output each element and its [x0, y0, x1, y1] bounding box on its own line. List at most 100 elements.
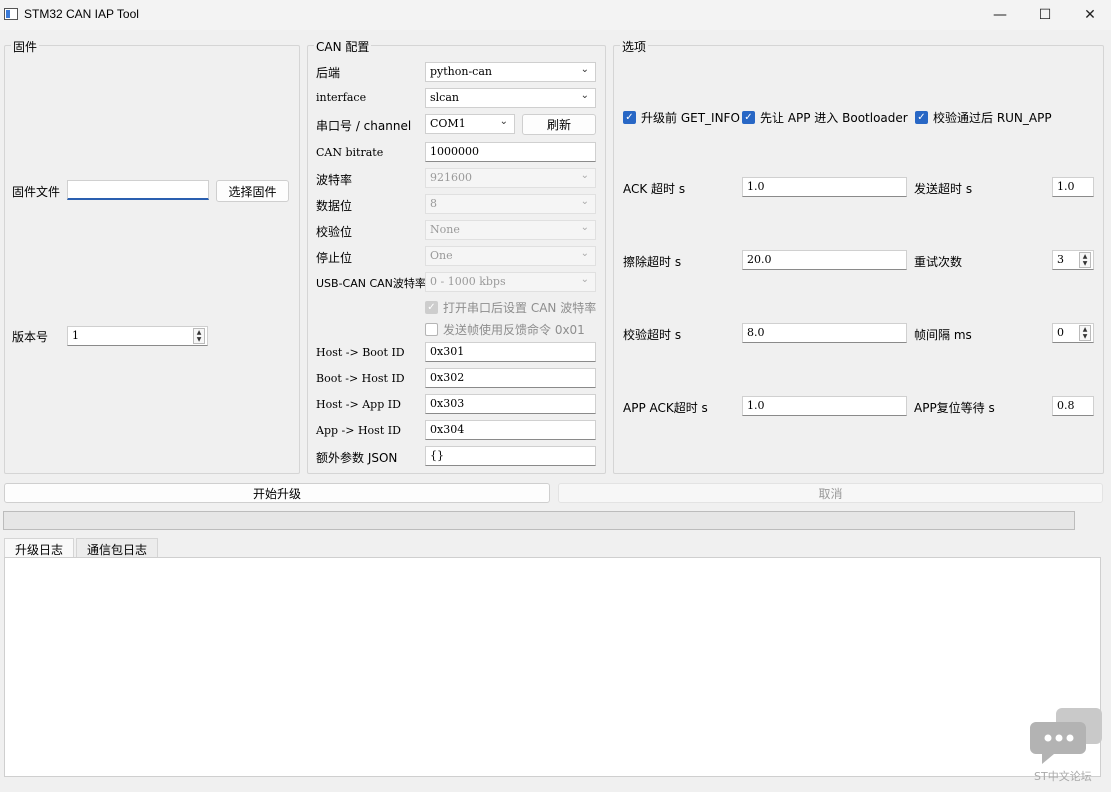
backend-value: python-can	[430, 65, 492, 78]
version-spinbox[interactable]: 1 ▲ ▼	[67, 326, 208, 346]
start-upgrade-button[interactable]: 开始升级	[4, 483, 550, 503]
app-reset-wait-input[interactable]: 0.8	[1052, 396, 1094, 416]
firmware-file-label: 固件文件	[12, 185, 61, 199]
retry-count-value: 3	[1057, 253, 1064, 266]
minimize-button[interactable]: —	[977, 0, 1023, 30]
erase-timeout-input[interactable]: 20.0	[742, 250, 907, 270]
version-value: 1	[72, 329, 79, 342]
bitrate-input[interactable]: 1000000	[425, 142, 596, 162]
parity-select[interactable]: None ⌄	[425, 220, 596, 240]
databits-value: 8	[430, 197, 437, 210]
chat-bubble-icon	[1030, 708, 1102, 764]
cancel-button[interactable]: 取消	[558, 483, 1103, 503]
spin-arrows-icon[interactable]: ▲ ▼	[193, 328, 205, 344]
boot-host-label: Boot -> Host ID	[316, 372, 405, 385]
frame-gap-value: 0	[1057, 326, 1064, 339]
baud-value: 921600	[430, 171, 472, 184]
upgrade-progress-bar	[3, 511, 1075, 530]
enter-bootloader-checkbox[interactable]: ✓ 先让 APP 进入 Bootloader	[742, 109, 908, 126]
refresh-button[interactable]: 刷新	[522, 114, 596, 135]
baud-select[interactable]: 921600 ⌄	[425, 168, 596, 188]
chevron-down-icon: ⌄	[580, 170, 589, 181]
chevron-down-icon: ⌄	[580, 222, 589, 233]
ack-timeout-label: ACK 超时 s	[623, 182, 686, 196]
run-app-label: 校验通过后 RUN_APP	[933, 111, 1052, 125]
chevron-down-icon: ⌄	[499, 116, 508, 127]
stopbits-select[interactable]: One ⌄	[425, 246, 596, 266]
verify-timeout-label: 校验超时 s	[623, 328, 682, 342]
retry-count-label: 重试次数	[914, 255, 963, 269]
interface-value: slcan	[430, 91, 459, 104]
spin-arrows-icon[interactable]: ▲ ▼	[1079, 325, 1091, 341]
host-app-input[interactable]: 0x303	[425, 394, 596, 414]
chevron-down-icon: ⌄	[580, 248, 589, 259]
log-text-area[interactable]	[4, 557, 1101, 777]
checkmark-icon: ✓	[915, 111, 928, 124]
host-boot-label: Host -> Boot ID	[316, 346, 405, 359]
app-host-label: App -> Host ID	[316, 424, 401, 437]
options-group-title: 选项	[620, 38, 649, 55]
erase-timeout-label: 擦除超时 s	[623, 255, 682, 269]
chevron-down-icon: ⌄	[580, 274, 589, 285]
get-info-label: 升级前 GET_INFO	[641, 111, 740, 125]
app-ack-timeout-input[interactable]: 1.0	[742, 396, 907, 416]
close-button[interactable]: ✕	[1067, 0, 1111, 30]
port-value: COM1	[430, 117, 466, 130]
app-reset-wait-label: APP复位等待 s	[914, 401, 995, 415]
set-can-baud-label: 打开串口后设置 CAN 波特率	[443, 301, 597, 315]
extra-json-label: 额外参数 JSON	[316, 451, 398, 465]
checkmark-icon: ✓	[425, 301, 438, 314]
parity-label: 校验位	[316, 225, 353, 239]
retry-count-spinbox[interactable]: 3 ▲ ▼	[1052, 250, 1094, 270]
version-label: 版本号	[12, 330, 49, 344]
checkbox-empty-icon	[425, 323, 438, 336]
backend-label: 后端	[316, 66, 341, 80]
interface-select[interactable]: slcan ⌄	[425, 88, 596, 108]
forum-watermark: ST中文论坛	[1030, 706, 1106, 786]
baud-label: 波特率	[316, 173, 353, 187]
port-select[interactable]: COM1 ⌄	[425, 114, 515, 134]
firmware-group-title: 固件	[11, 38, 40, 55]
run-app-checkbox[interactable]: ✓ 校验通过后 RUN_APP	[915, 109, 1052, 126]
backend-select[interactable]: python-can ⌄	[425, 62, 596, 82]
host-boot-input[interactable]: 0x301	[425, 342, 596, 362]
databits-select[interactable]: 8 ⌄	[425, 194, 596, 214]
firmware-file-input[interactable]	[67, 180, 209, 200]
verify-timeout-input[interactable]: 8.0	[742, 323, 907, 343]
send-timeout-input[interactable]: 1.0	[1052, 177, 1094, 197]
stopbits-label: 停止位	[316, 251, 353, 265]
extra-json-input[interactable]: {}	[425, 446, 596, 466]
tab-upgrade-log[interactable]: 升级日志	[4, 538, 75, 558]
boot-host-input[interactable]: 0x302	[425, 368, 596, 388]
bitrate-label: CAN bitrate	[316, 146, 384, 159]
host-app-label: Host -> App ID	[316, 398, 401, 411]
enter-bootloader-label: 先让 APP 进入 Bootloader	[760, 111, 908, 125]
app-host-input[interactable]: 0x304	[425, 420, 596, 440]
maximize-button[interactable]: ☐	[1022, 0, 1068, 30]
send-timeout-label: 发送超时 s	[914, 182, 973, 196]
chevron-down-icon: ⌄	[580, 90, 589, 101]
usbcan-select[interactable]: 0 - 1000 kbps ⌄	[425, 272, 596, 292]
interface-label: interface	[316, 91, 367, 104]
choose-firmware-button[interactable]: 选择固件	[216, 180, 289, 202]
checkmark-icon: ✓	[623, 111, 636, 124]
checkmark-icon: ✓	[742, 111, 755, 124]
stopbits-value: One	[430, 249, 453, 262]
feedback-label: 发送帧使用反馈命令 0x01	[443, 323, 585, 337]
usbcan-label: USB-CAN CAN波特率	[316, 277, 426, 290]
app-icon	[4, 8, 18, 20]
chevron-down-icon: ⌄	[580, 64, 589, 75]
tab-comm-log[interactable]: 通信包日志	[76, 538, 159, 558]
title-bar: STM32 CAN IAP Tool — ☐ ✕	[0, 0, 1111, 30]
chevron-down-icon: ⌄	[580, 196, 589, 207]
ack-timeout-input[interactable]: 1.0	[742, 177, 907, 197]
get-info-checkbox[interactable]: ✓ 升级前 GET_INFO	[623, 109, 740, 126]
spin-arrows-icon[interactable]: ▲ ▼	[1079, 252, 1091, 268]
usbcan-value: 0 - 1000 kbps	[430, 275, 506, 288]
watermark-text: ST中文论坛	[1034, 770, 1092, 783]
set-can-baud-checkbox[interactable]: ✓ 打开串口后设置 CAN 波特率	[425, 299, 596, 316]
port-label: 串口号 / channel	[316, 119, 412, 133]
firmware-group: 固件	[4, 38, 300, 474]
feedback-checkbox[interactable]: 发送帧使用反馈命令 0x01	[425, 321, 585, 338]
frame-gap-spinbox[interactable]: 0 ▲ ▼	[1052, 323, 1094, 343]
